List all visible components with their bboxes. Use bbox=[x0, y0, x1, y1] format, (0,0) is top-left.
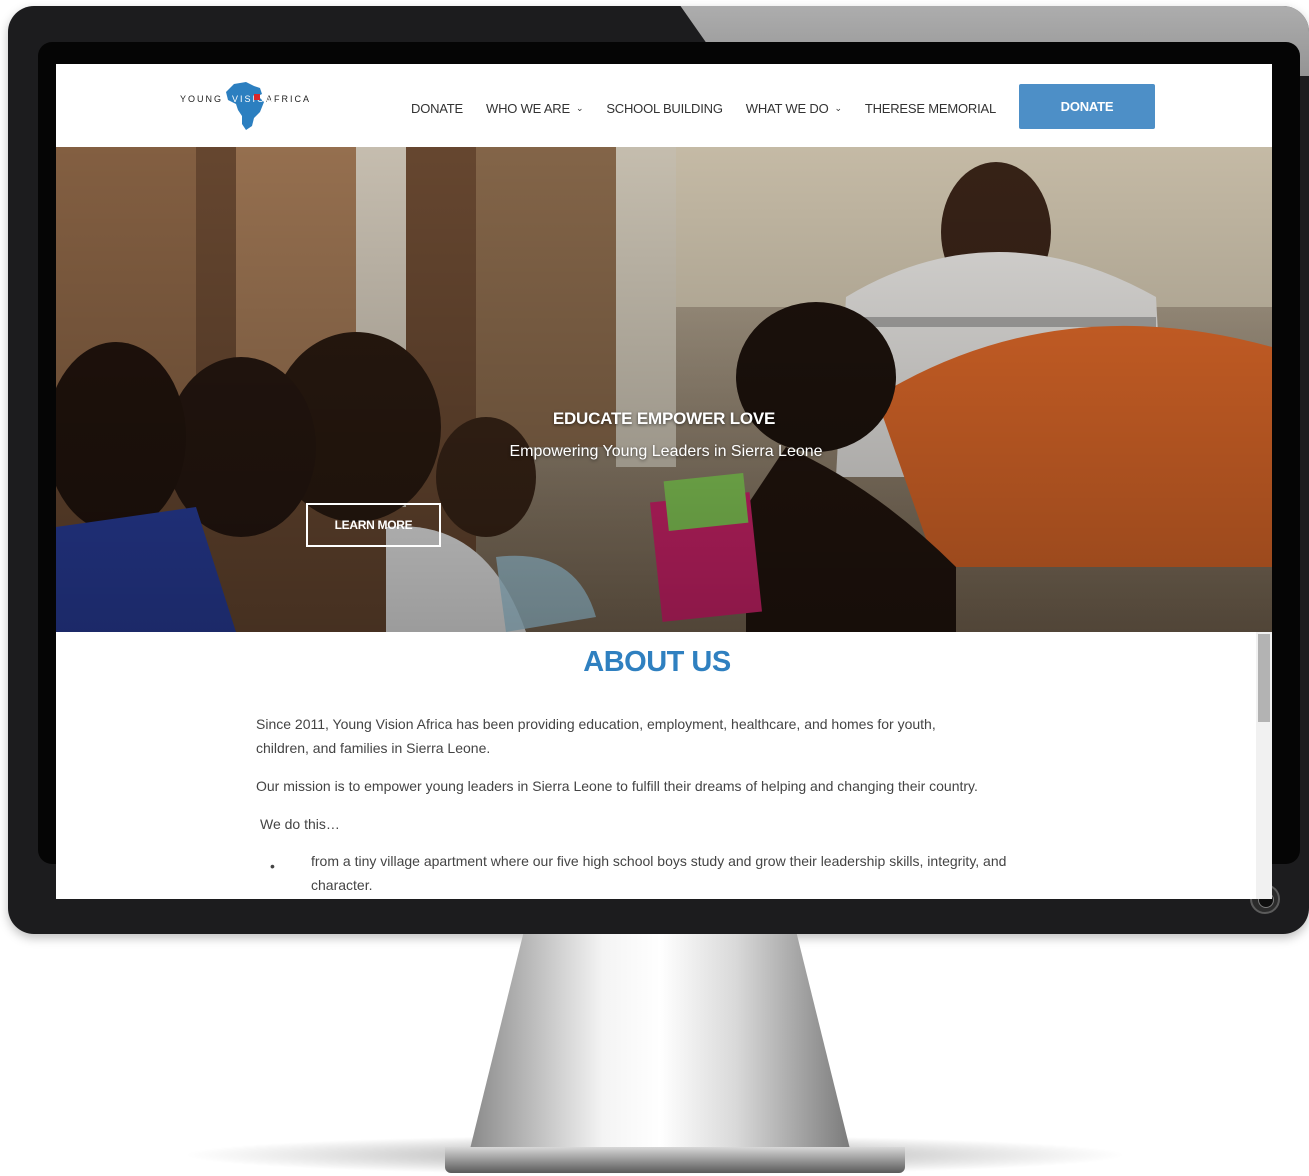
nav-item-label: WHO WE ARE bbox=[486, 100, 570, 116]
main-nav: DONATE WHO WE ARE ⌄ SCHOOL BUILDING WHAT… bbox=[411, 98, 1019, 118]
chevron-down-icon: ⌄ bbox=[834, 102, 843, 113]
nav-item-label: SCHOOL BUILDING bbox=[606, 100, 723, 116]
donate-button[interactable]: DONATE bbox=[1019, 84, 1155, 129]
scrollbar-thumb[interactable] bbox=[1258, 634, 1270, 722]
hero-title: EDUCATE EMPOWER LOVE bbox=[552, 409, 776, 428]
list-bullet: • bbox=[270, 858, 275, 874]
nav-item-label: THERESE MEMORIAL bbox=[864, 100, 996, 116]
nav-item-who-we-are[interactable]: WHO WE ARE ⌄ bbox=[486, 98, 584, 118]
chevron-down-icon: ⌄ bbox=[575, 102, 584, 113]
hero-subtitle: Empowering Young Leaders in Sierra Leone bbox=[509, 443, 823, 460]
africa-map-icon bbox=[226, 82, 264, 130]
about-paragraph: Since 2011, Young Vision Africa has been… bbox=[256, 716, 936, 756]
website-screen: YOUNG VISION AFRICA DONATE WHO WE ARE ⌄ … bbox=[56, 64, 1272, 899]
about-title: ABOUT US bbox=[583, 646, 731, 678]
about-section: ABOUT US Since 2011, Young Vision Africa… bbox=[56, 632, 1272, 899]
list-item: from a tiny village apartment where our … bbox=[311, 853, 1007, 893]
site-header: YOUNG VISION AFRICA DONATE WHO WE ARE ⌄ … bbox=[56, 64, 1272, 147]
we-do-this-text: We do this… bbox=[260, 816, 340, 832]
nav-item-label: DONATE bbox=[411, 100, 464, 116]
nav-item-therese-memorial[interactable]: THERESE MEMORIAL bbox=[865, 98, 996, 118]
monitor-base bbox=[445, 1147, 905, 1173]
mission-paragraph: Our mission is to empower young leaders … bbox=[256, 778, 978, 794]
nav-item-label: WHAT WE DO bbox=[745, 100, 829, 116]
hero-banner: EDUCATE EMPOWER LOVE Empowering Young Le… bbox=[56, 147, 1272, 632]
site-logo[interactable]: YOUNG VISION AFRICA bbox=[180, 80, 320, 134]
monitor-stand bbox=[470, 934, 850, 1149]
logo-red-mark bbox=[254, 94, 260, 100]
nav-item-what-we-do[interactable]: WHAT WE DO ⌄ bbox=[746, 98, 842, 118]
logo-word-young: YOUNG bbox=[180, 94, 224, 104]
learn-more-button[interactable]: LEARN MORE bbox=[306, 503, 441, 547]
nav-item-donate[interactable]: DONATE bbox=[411, 98, 463, 118]
hero-photo bbox=[56, 147, 1272, 632]
nav-item-school-building[interactable]: SCHOOL BUILDING bbox=[606, 98, 723, 118]
